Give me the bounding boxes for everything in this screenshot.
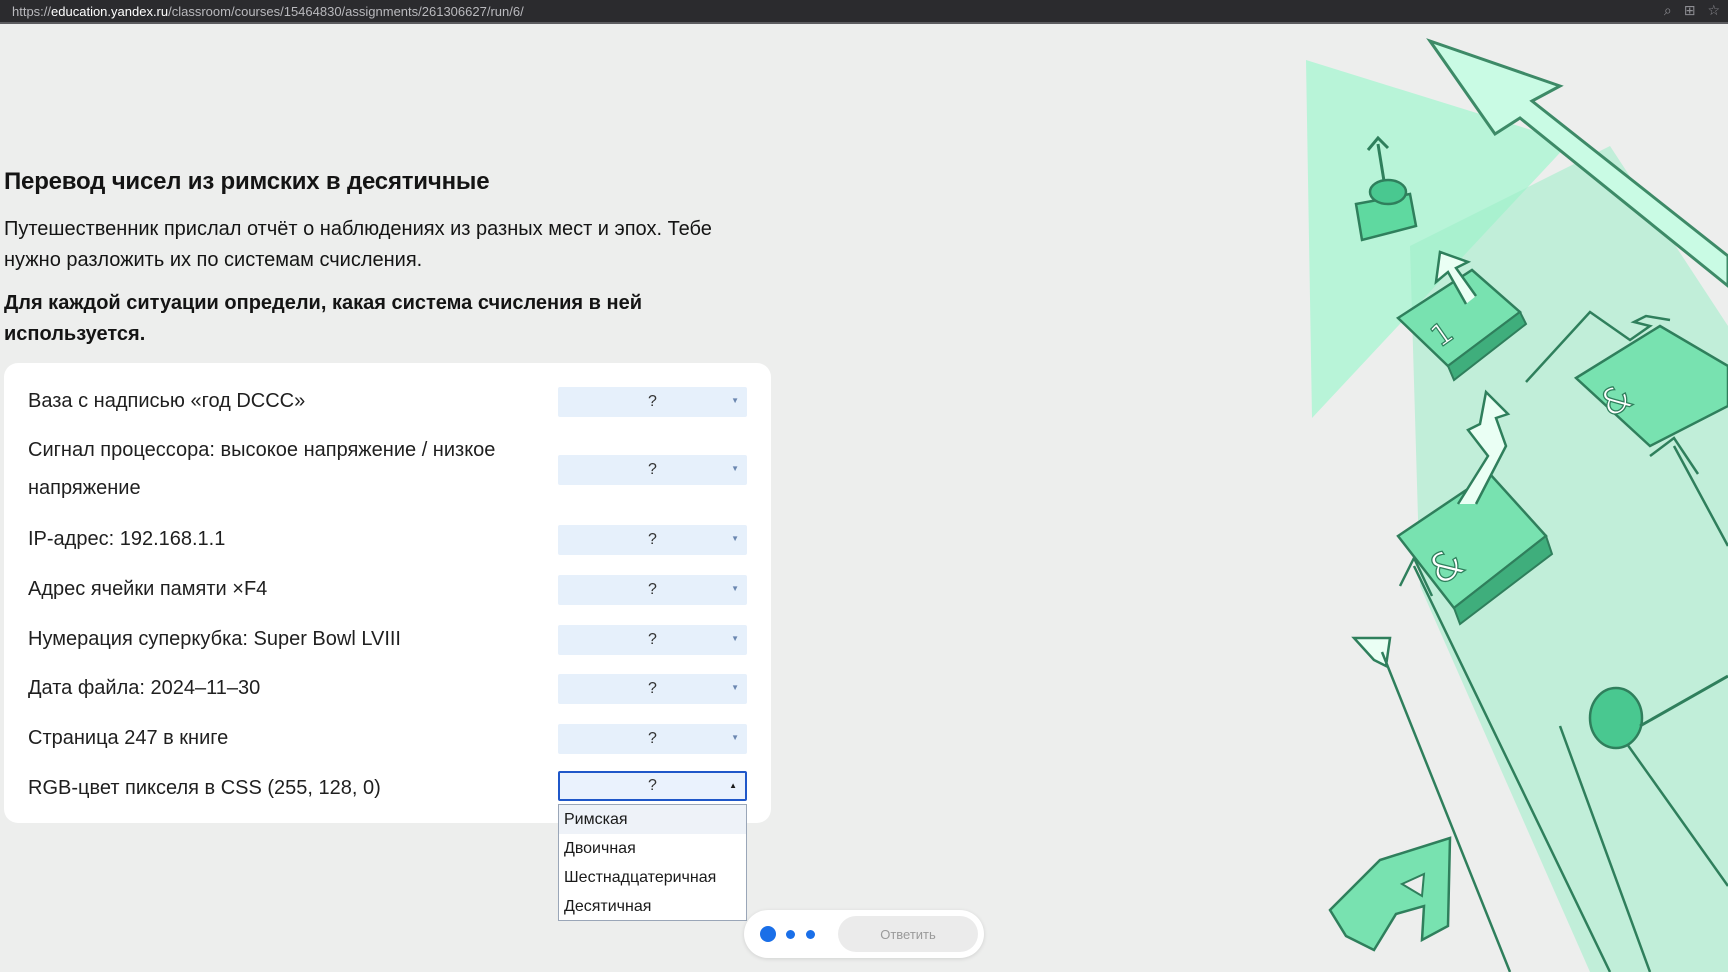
- task-title: Перевод чисел из римских в десятичные: [4, 168, 490, 195]
- page-dot[interactable]: [806, 930, 815, 939]
- letter-a-shape: [1328, 836, 1452, 952]
- row-label: RGB-цвет пикселя в CSS (255, 128, 0): [28, 777, 381, 799]
- option-binary[interactable]: Двоичная: [559, 834, 746, 863]
- select-value: ?: [648, 777, 657, 794]
- browser-address-bar[interactable]: https://education.yandex.ru/classroom/co…: [0, 0, 1728, 24]
- select-value: ?: [648, 393, 657, 410]
- option-roman[interactable]: Римская: [559, 805, 746, 834]
- system-select[interactable]: ? ▼: [558, 387, 747, 417]
- system-select[interactable]: ? ▼: [558, 575, 747, 605]
- apps-icon[interactable]: ⊞: [1684, 2, 1696, 20]
- page-dot-current[interactable]: [760, 926, 776, 942]
- option-hexadecimal[interactable]: Шестнадцатеричная: [559, 863, 746, 892]
- system-select[interactable]: ? ▼: [558, 674, 747, 704]
- url-text[interactable]: https://education.yandex.ru/classroom/co…: [12, 4, 524, 19]
- system-select[interactable]: ? ▼: [558, 625, 747, 655]
- system-select-open[interactable]: ? ▲: [558, 771, 747, 801]
- system-select[interactable]: ? ▼: [558, 455, 747, 485]
- select-value: ?: [648, 581, 657, 598]
- option-decimal[interactable]: Десятичная: [559, 892, 746, 921]
- zoom-icon[interactable]: ⌕: [1664, 2, 1672, 20]
- url-prefix: https://: [12, 3, 52, 19]
- row-label: Дата файла: 2024–11–30: [28, 677, 261, 699]
- chevron-down-icon: ▼: [731, 534, 739, 543]
- task-instruction: Для каждой ситуации определи, какая сист…: [4, 292, 643, 345]
- decorative-illustration: 1 & &: [1306, 38, 1728, 972]
- ball-shape: [1588, 686, 1644, 750]
- row-label: Сигнал процессора: высокое напряжение / …: [28, 439, 496, 499]
- chevron-down-icon: ▼: [731, 683, 739, 692]
- browser-toolbar-icons: ⌕ ⊞ ☆: [1664, 2, 1720, 20]
- chevron-down-icon: ▼: [731, 464, 739, 473]
- system-select[interactable]: ? ▼: [558, 525, 747, 555]
- chevron-down-icon: ▼: [731, 584, 739, 593]
- chevron-down-icon: ▼: [731, 733, 739, 742]
- bookmark-star-icon[interactable]: ☆: [1707, 2, 1720, 20]
- select-value: ?: [648, 680, 657, 697]
- matching-card: Ваза с надписью «год DCCC» ? ▼ Сигнал про…: [4, 363, 771, 823]
- row-label: Нумерация суперкубка: Super Bowl LVIII: [28, 628, 401, 650]
- row-label: IP-адрес: 192.168.1.1: [28, 528, 226, 550]
- system-select[interactable]: ? ▼: [558, 724, 747, 754]
- select-value: ?: [648, 531, 657, 548]
- row-label: Страница 247 в книге: [28, 727, 229, 749]
- system-dropdown-list: Римская Двоичная Шестнадцатеричная Десят…: [558, 804, 747, 921]
- chevron-down-icon: ▼: [731, 396, 739, 405]
- chevron-down-icon: ▼: [731, 634, 739, 643]
- task-intro: Путешественник прислал отчёт о наблюдени…: [4, 218, 712, 271]
- select-value: ?: [648, 730, 657, 747]
- select-value: ?: [648, 461, 657, 478]
- select-value: ?: [648, 631, 657, 648]
- url-path: /classroom/courses/15464830/assignments/…: [168, 3, 524, 19]
- row-label: Адрес ячейки памяти ×F4: [28, 578, 268, 600]
- chevron-up-icon: ▲: [729, 781, 737, 790]
- url-host: education.yandex.ru: [51, 3, 169, 19]
- answer-button[interactable]: Ответить: [838, 916, 978, 952]
- page-dot[interactable]: [786, 930, 795, 939]
- question-pager: Ответить: [744, 910, 984, 958]
- row-label: Ваза с надписью «год DCCC»: [28, 390, 306, 412]
